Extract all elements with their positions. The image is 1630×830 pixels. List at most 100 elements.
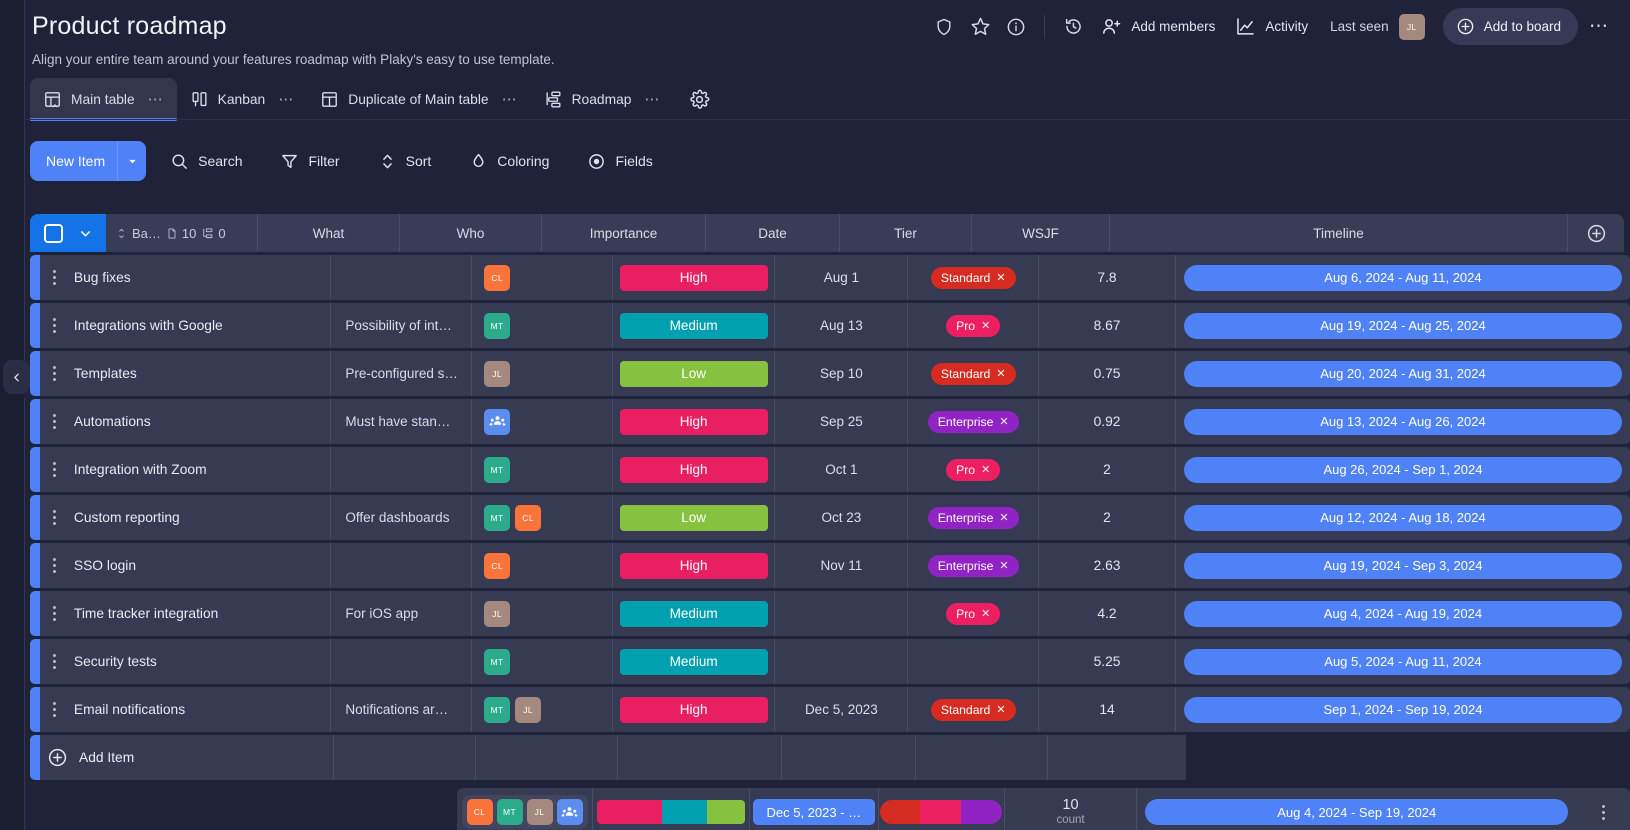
close-icon[interactable]: ✕ xyxy=(996,271,1005,284)
row-menu-icon[interactable] xyxy=(46,366,64,381)
row-wsjf-cell[interactable]: 2.63 xyxy=(1039,543,1176,588)
close-icon[interactable]: ✕ xyxy=(996,703,1005,716)
coloring-button[interactable]: Coloring xyxy=(455,144,563,179)
row-importance-cell[interactable]: Low xyxy=(613,495,776,540)
row-wsjf-cell[interactable]: 5.25 xyxy=(1039,639,1176,684)
avatar[interactable]: JL xyxy=(527,799,553,825)
avatar[interactable]: CL xyxy=(484,553,510,579)
tab-menu-button[interactable]: ⋯ xyxy=(644,90,660,108)
row-who-cell[interactable]: CL xyxy=(472,543,613,588)
tab-main-table[interactable]: Main table⋯ xyxy=(30,78,177,120)
row-timeline-cell[interactable]: Aug 26, 2024 - Sep 1, 2024 xyxy=(1176,447,1630,492)
history-icon[interactable] xyxy=(1055,11,1091,43)
row-importance-cell[interactable]: Low xyxy=(613,351,776,396)
row-menu-icon[interactable] xyxy=(46,510,64,525)
avatar[interactable]: MT xyxy=(484,697,510,723)
row-what-cell[interactable]: For iOS app xyxy=(331,591,472,636)
row-what-cell[interactable]: Notifications ar… xyxy=(331,687,472,732)
add-members-button[interactable]: Add members xyxy=(1091,10,1225,43)
row-importance-cell[interactable]: Medium xyxy=(613,591,776,636)
gear-icon[interactable] xyxy=(681,81,717,117)
shield-icon[interactable] xyxy=(926,11,962,43)
row-wsjf-cell[interactable]: 4.2 xyxy=(1039,591,1176,636)
table-row[interactable]: Email notificationsNotifications ar…MTJL… xyxy=(30,687,1630,732)
row-tier-cell[interactable]: Pro✕ xyxy=(908,303,1039,348)
row-grip[interactable] xyxy=(30,303,40,348)
summary-who-cell[interactable]: CLMTJL xyxy=(457,788,593,830)
row-grip[interactable] xyxy=(30,639,40,684)
row-timeline-cell[interactable]: Sep 1, 2024 - Sep 19, 2024 xyxy=(1176,687,1630,732)
row-menu-icon[interactable] xyxy=(46,462,64,477)
row-importance-cell[interactable]: High xyxy=(613,447,776,492)
row-who-cell[interactable]: CL xyxy=(472,255,613,300)
row-what-cell[interactable]: Possibility of int… xyxy=(331,303,472,348)
row-grip[interactable] xyxy=(30,447,40,492)
row-tier-cell[interactable]: Standard✕ xyxy=(908,255,1039,300)
summary-wsjf-cell[interactable]: 10 count xyxy=(1005,788,1137,830)
tab-kanban[interactable]: Kanban⋯ xyxy=(177,78,308,120)
row-wsjf-cell[interactable]: 0.75 xyxy=(1039,351,1176,396)
avatar[interactable]: CL xyxy=(467,799,493,825)
tab-menu-button[interactable]: ⋯ xyxy=(502,90,518,108)
add-column-button[interactable] xyxy=(1568,214,1624,252)
row-menu-icon[interactable] xyxy=(46,606,64,621)
team-avatar[interactable] xyxy=(484,409,510,435)
row-date-cell[interactable]: Aug 13 xyxy=(775,303,908,348)
row-what-cell[interactable] xyxy=(331,639,472,684)
row-tier-cell[interactable]: Standard✕ xyxy=(908,687,1039,732)
row-date-cell[interactable]: Oct 1 xyxy=(775,447,908,492)
row-date-cell[interactable] xyxy=(775,591,908,636)
close-icon[interactable]: ✕ xyxy=(999,511,1008,524)
checkbox-icon[interactable] xyxy=(44,224,63,243)
row-menu-icon[interactable] xyxy=(46,270,64,285)
row-grip[interactable] xyxy=(30,495,40,540)
group-header-cell[interactable]: Ba… 10 0 xyxy=(106,214,258,252)
table-row[interactable]: Security testsMTMedium5.25Aug 5, 2024 - … xyxy=(30,639,1630,684)
summary-tier-cell[interactable] xyxy=(879,788,1005,830)
caret-down-icon[interactable] xyxy=(118,141,146,181)
row-menu-icon[interactable] xyxy=(46,414,64,429)
add-item-cell[interactable]: Add Item xyxy=(40,735,334,780)
row-wsjf-cell[interactable]: 0.92 xyxy=(1039,399,1176,444)
table-row[interactable]: Time tracker integrationFor iOS appJLMed… xyxy=(30,591,1630,636)
row-importance-cell[interactable]: Medium xyxy=(613,303,776,348)
table-row[interactable]: SSO loginCLHighNov 11Enterprise✕2.63Aug … xyxy=(30,543,1630,588)
row-menu-icon[interactable] xyxy=(46,318,64,333)
row-item-cell[interactable]: SSO login xyxy=(40,543,331,588)
row-who-cell[interactable]: MTJL xyxy=(472,687,613,732)
row-wsjf-cell[interactable]: 14 xyxy=(1039,687,1176,732)
column-header-tier[interactable]: Tier xyxy=(840,214,972,252)
row-grip[interactable] xyxy=(30,351,40,396)
row-date-cell[interactable]: Aug 1 xyxy=(775,255,908,300)
row-date-cell[interactable]: Nov 11 xyxy=(775,543,908,588)
row-wsjf-cell[interactable]: 7.8 xyxy=(1039,255,1176,300)
row-importance-cell[interactable]: Medium xyxy=(613,639,776,684)
row-importance-cell[interactable]: High xyxy=(613,543,776,588)
filter-button[interactable]: Filter xyxy=(266,144,353,179)
row-timeline-cell[interactable]: Aug 5, 2024 - Aug 11, 2024 xyxy=(1176,639,1630,684)
column-header-what[interactable]: What xyxy=(258,214,400,252)
table-row[interactable]: AutomationsMust have stan… HighSep 25Ente… xyxy=(30,399,1630,444)
row-tier-cell[interactable]: Enterprise✕ xyxy=(908,399,1039,444)
avatar[interactable]: MT xyxy=(497,799,523,825)
drag-handle-icon[interactable] xyxy=(116,227,127,240)
row-timeline-cell[interactable]: Aug 4, 2024 - Aug 19, 2024 xyxy=(1176,591,1630,636)
avatar[interactable]: MT xyxy=(484,505,510,531)
close-icon[interactable]: ✕ xyxy=(996,367,1005,380)
row-date-cell[interactable]: Oct 23 xyxy=(775,495,908,540)
row-timeline-cell[interactable]: Aug 19, 2024 - Aug 25, 2024 xyxy=(1176,303,1630,348)
row-date-cell[interactable]: Sep 25 xyxy=(775,399,908,444)
row-importance-cell[interactable]: High xyxy=(613,399,776,444)
table-row[interactable]: TemplatesPre-configured s…JLLowSep 10Sta… xyxy=(30,351,1630,396)
activity-button[interactable]: Activity xyxy=(1225,10,1318,43)
avatar[interactable]: MT xyxy=(484,313,510,339)
row-tier-cell[interactable]: Enterprise✕ xyxy=(908,543,1039,588)
fields-button[interactable]: Fields xyxy=(573,144,666,179)
summary-timeline-cell[interactable]: Aug 4, 2024 - Sep 19, 2024 xyxy=(1137,788,1576,830)
row-item-cell[interactable]: Automations xyxy=(40,399,331,444)
row-timeline-cell[interactable]: Aug 6, 2024 - Aug 11, 2024 xyxy=(1176,255,1630,300)
row-wsjf-cell[interactable]: 2 xyxy=(1039,447,1176,492)
row-tier-cell[interactable]: Standard✕ xyxy=(908,351,1039,396)
row-item-cell[interactable]: Integration with Zoom xyxy=(40,447,331,492)
row-what-cell[interactable]: Must have stan… xyxy=(331,399,472,444)
